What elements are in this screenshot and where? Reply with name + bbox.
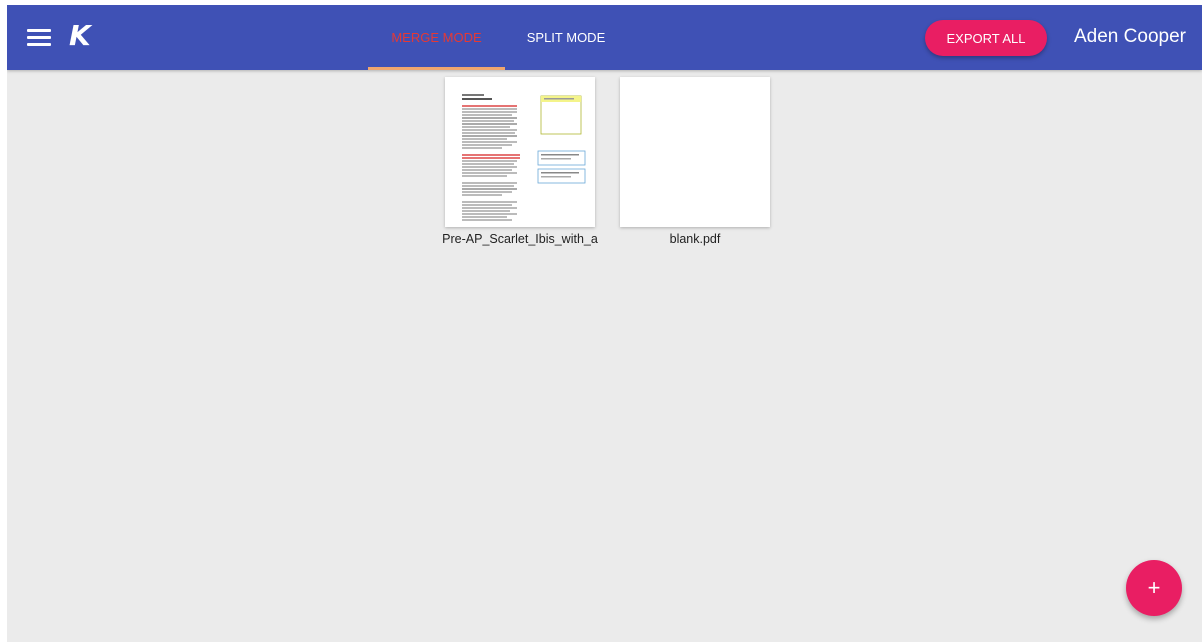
- hamburger-menu-icon[interactable]: [27, 27, 51, 47]
- user-name[interactable]: Aden Cooper: [1074, 25, 1186, 49]
- app-bar: K MERGE MODE SPLIT MODE EXPORT ALL Aden …: [7, 5, 1202, 70]
- app-logo: K: [69, 19, 91, 52]
- document-thumbnail[interactable]: [445, 77, 595, 227]
- document-preview-icon: [445, 77, 595, 227]
- export-all-button[interactable]: EXPORT ALL: [925, 20, 1047, 56]
- file-name-label: Pre-AP_Scarlet_Ibis_with_a: [442, 232, 598, 246]
- file-card[interactable]: blank.pdf: [615, 77, 775, 247]
- tab-split-mode[interactable]: SPLIT MODE: [505, 5, 627, 70]
- plus-icon: +: [1147, 575, 1161, 600]
- app-window: K MERGE MODE SPLIT MODE EXPORT ALL Aden …: [7, 5, 1202, 642]
- file-name-label: blank.pdf: [669, 232, 721, 246]
- file-card[interactable]: Pre-AP_Scarlet_Ibis_with_a: [440, 77, 600, 247]
- active-tab-indicator: [368, 67, 505, 70]
- document-thumbnail[interactable]: [620, 77, 770, 227]
- tab-merge-mode[interactable]: MERGE MODE: [368, 5, 505, 70]
- add-file-button[interactable]: +: [1126, 560, 1182, 616]
